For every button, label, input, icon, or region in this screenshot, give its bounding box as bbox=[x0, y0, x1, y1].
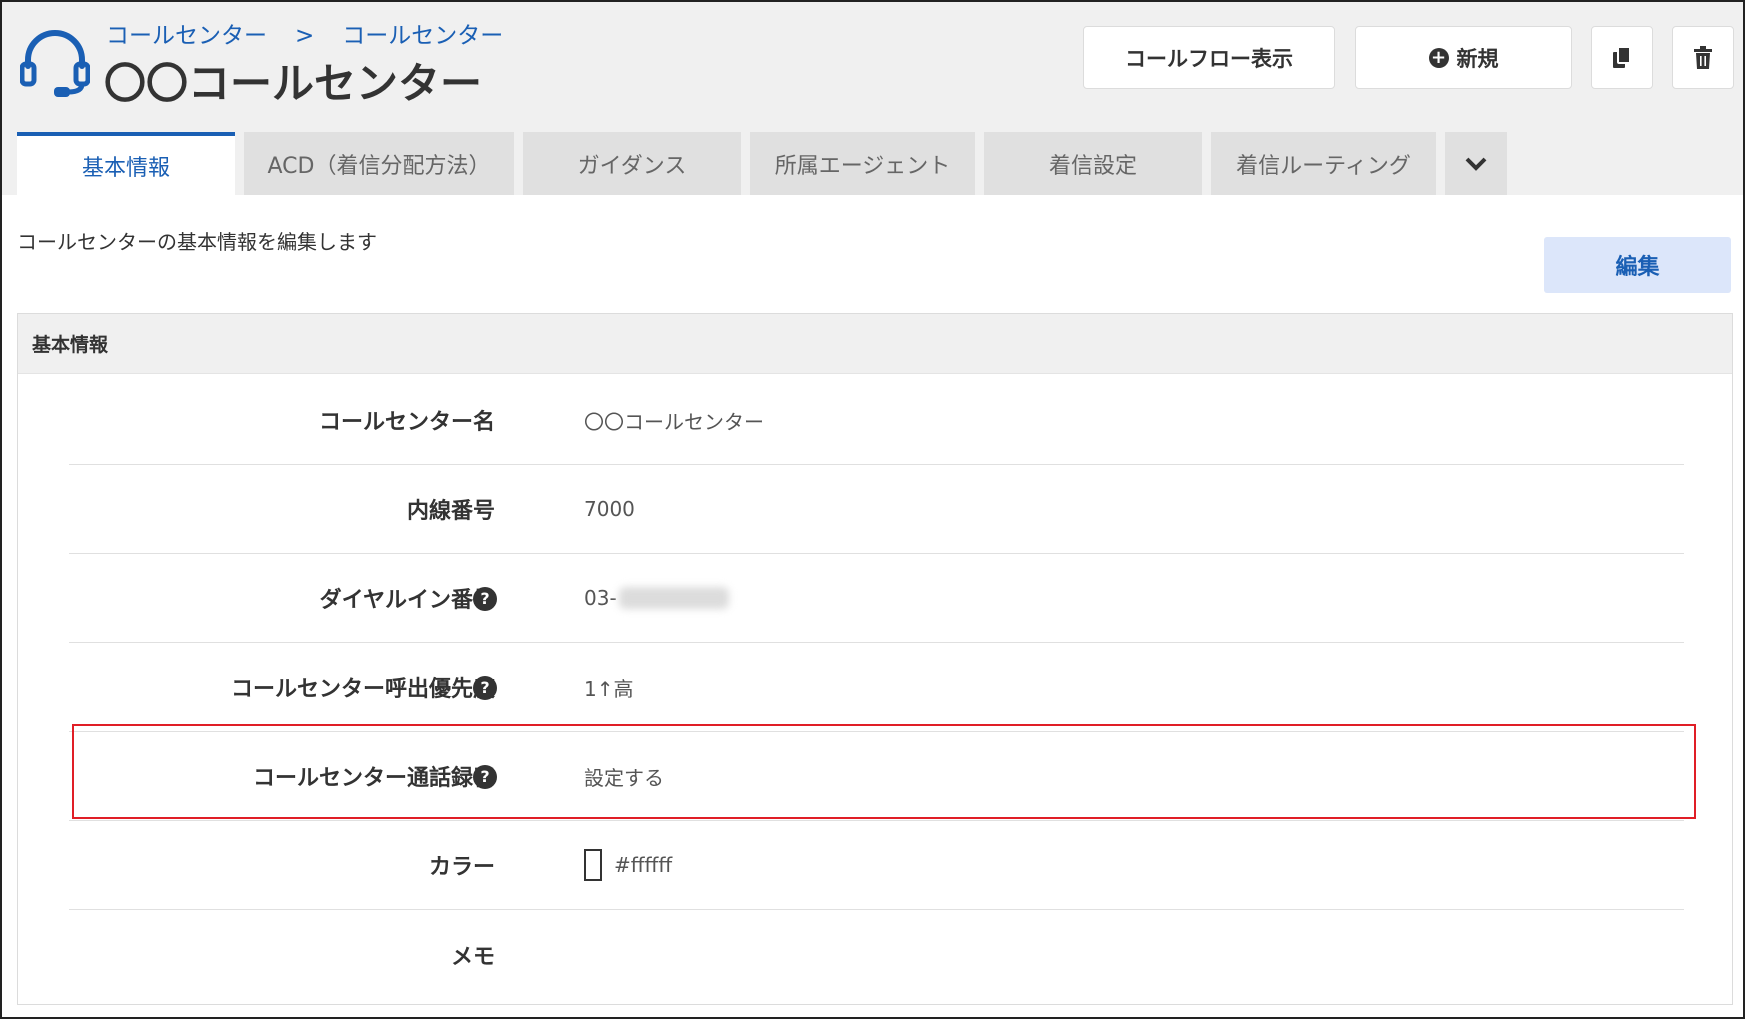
tab-incoming-routing[interactable]: 着信ルーティング bbox=[1211, 132, 1436, 195]
breadcrumb: コールセンター > コールセンター bbox=[106, 16, 503, 50]
field-label: メモ bbox=[450, 944, 495, 970]
field-row-color: カラー #ffffff bbox=[69, 821, 1684, 910]
app-window: コールセンター > コールセンター 〇〇コールセンター コールフロー表示 + 新規 bbox=[0, 0, 1745, 1019]
chevron-down-icon bbox=[1465, 157, 1487, 171]
tab-guidance[interactable]: ガイダンス bbox=[523, 132, 741, 195]
field-value: 1↑高 bbox=[584, 676, 634, 701]
plus-circle-icon: + bbox=[1428, 47, 1449, 68]
field-label: 内線番号 bbox=[406, 499, 495, 524]
field-value: 7000 bbox=[584, 497, 635, 521]
tab-agents[interactable]: 所属エージェント bbox=[750, 132, 975, 195]
field-label: コールセンター通話録音 bbox=[252, 766, 495, 791]
field-row-dial-in: ダイヤルイン番号 ? 03- bbox=[69, 554, 1684, 643]
tab-incoming-settings[interactable]: 着信設定 bbox=[984, 132, 1202, 195]
page-title: 〇〇コールセンター bbox=[104, 59, 483, 108]
copy-icon bbox=[1613, 45, 1631, 68]
more-tabs-button[interactable] bbox=[1445, 132, 1507, 195]
breadcrumb-item[interactable]: コールセンター bbox=[342, 16, 503, 50]
breadcrumb-item[interactable]: コールセンター bbox=[106, 16, 267, 50]
redacted-value bbox=[618, 587, 729, 609]
field-label: コールセンター呼出優先度 bbox=[230, 677, 495, 702]
field-row-extension: 内線番号 7000 bbox=[69, 465, 1684, 554]
new-button[interactable]: + 新規 bbox=[1355, 26, 1572, 89]
trash-icon bbox=[1694, 45, 1712, 69]
new-button-label: 新規 bbox=[1456, 46, 1499, 71]
field-row-callcenter-name: コールセンター名 〇〇コールセンター bbox=[69, 376, 1684, 465]
field-label: カラー bbox=[428, 855, 495, 880]
edit-button-label: 編集 bbox=[1615, 255, 1660, 280]
tab-label: 着信設定 bbox=[1048, 153, 1137, 179]
field-value: 〇〇コールセンター bbox=[584, 409, 764, 434]
field-label: コールセンター名 bbox=[318, 410, 495, 435]
headset-icon bbox=[20, 30, 90, 97]
question-circle-icon[interactable]: ? bbox=[473, 587, 497, 611]
callflow-button[interactable]: コールフロー表示 bbox=[1083, 26, 1335, 89]
field-value-container: #ffffff bbox=[584, 821, 672, 909]
field-row-priority: コールセンター呼出優先度 ? 1↑高 bbox=[69, 643, 1684, 732]
field-label: ダイヤルイン番号 bbox=[319, 588, 495, 613]
page-header: コールセンター > コールセンター 〇〇コールセンター コールフロー表示 + 新規 bbox=[2, 2, 1743, 195]
tab-label: 着信ルーティング bbox=[1236, 153, 1411, 179]
question-circle-icon[interactable]: ? bbox=[473, 676, 497, 700]
tab-acd[interactable]: ACD（着信分配方法） bbox=[244, 132, 514, 195]
delete-button[interactable] bbox=[1672, 26, 1734, 89]
field-value: 設定する bbox=[584, 765, 664, 790]
tab-basic-info[interactable]: 基本情報 bbox=[17, 132, 235, 195]
page-description: コールセンターの基本情報を編集します bbox=[17, 230, 377, 254]
field-value: #ffffff bbox=[614, 853, 673, 877]
field-value: 03- bbox=[584, 586, 617, 610]
field-row-recording: コールセンター通話録音 ? 設定する bbox=[69, 732, 1684, 821]
panel-title: 基本情報 bbox=[18, 314, 1732, 374]
tab-label: ACD（着信分配方法） bbox=[267, 153, 491, 179]
copy-button[interactable] bbox=[1591, 26, 1653, 89]
edit-button[interactable]: 編集 bbox=[1544, 237, 1731, 293]
tab-label: 所属エージェント bbox=[774, 153, 951, 179]
question-circle-icon[interactable]: ? bbox=[473, 765, 497, 789]
field-row-memo: メモ bbox=[69, 910, 1684, 999]
tab-label: ガイダンス bbox=[577, 153, 687, 179]
tab-label: 基本情報 bbox=[81, 155, 170, 181]
callflow-button-label: コールフロー表示 bbox=[1125, 46, 1293, 71]
main-content: コールセンターの基本情報を編集します 編集 基本情報 コールセンター名 〇〇コー… bbox=[2, 195, 1743, 1017]
breadcrumb-separator: > bbox=[295, 23, 315, 49]
field-value-container: 03- bbox=[584, 554, 729, 642]
basic-info-panel: 基本情報 コールセンター名 〇〇コールセンター 内線番号 7000 ダイヤルイン… bbox=[17, 313, 1733, 1005]
color-swatch bbox=[584, 849, 602, 881]
